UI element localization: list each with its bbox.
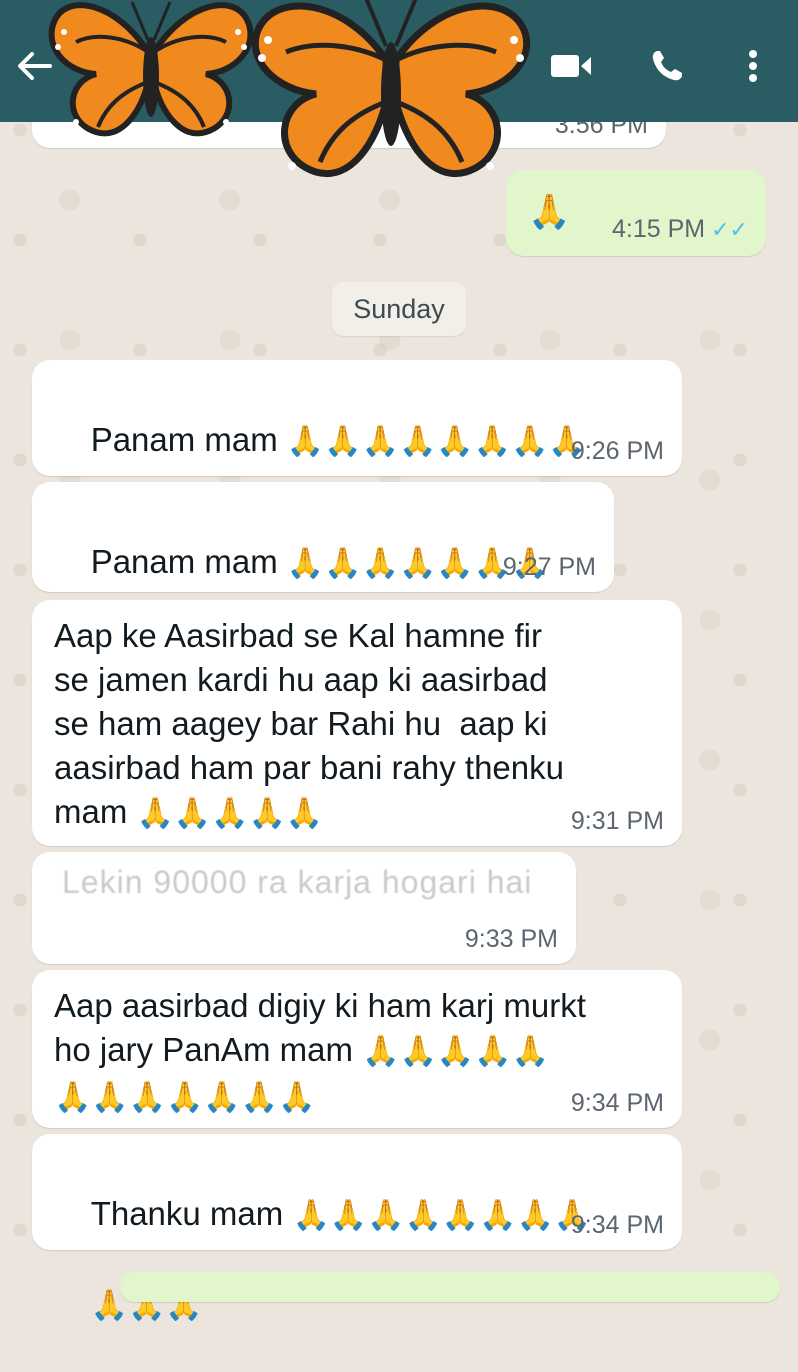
message-bubble-incoming[interactable]: Thanku mam 🙏🙏🙏🙏🙏🙏🙏🙏 🙏🙏🙏 9:34 PM <box>32 1134 682 1323</box>
message-time: 9:31 PM <box>570 807 664 835</box>
message-text: Aap ke Aasirbad se Kal hamne fir se jame… <box>54 617 564 831</box>
more-vert-icon[interactable] <box>738 46 768 86</box>
phone-icon[interactable] <box>646 46 688 86</box>
read-ticks-icon: ✓✓ <box>711 217 748 242</box>
message-bubble-incoming[interactable]: Panam mam 🙏🙏🙏🙏🙏🙏🙏 9:27 PM <box>32 482 614 592</box>
message-time: 9:27 PM <box>502 553 596 581</box>
message-bubble-incoming[interactable]: Aap aasirbad digiy ki ham karj murkt ho … <box>32 970 682 1128</box>
message-bubble-incoming[interactable]: Lekin 90000 ra karja hogari hai 9:33 PM <box>32 852 576 964</box>
message-text: 🙏 <box>528 192 571 232</box>
message-text: Lekin 90000 ra karja hogari hai <box>62 864 533 900</box>
message-time: 9:26 PM <box>570 437 664 465</box>
message-time: 9:33 PM <box>464 925 558 953</box>
message-text: Thanku mam 🙏🙏🙏🙏🙏🙏🙏🙏 🙏🙏🙏 <box>90 1195 592 1323</box>
message-time: 9:34 PM <box>570 1089 664 1117</box>
butterfly-sticker <box>251 0 531 177</box>
butterfly-sticker <box>48 1 254 137</box>
video-call-icon[interactable] <box>548 46 594 86</box>
message-time: 4:15 PM ✓✓ <box>612 215 748 243</box>
message-time: 9:34 PM <box>570 1211 664 1239</box>
message-bubble-incoming[interactable]: Aap ke Aasirbad se Kal hamne fir se jame… <box>32 600 682 846</box>
date-separator: Sunday <box>332 282 466 336</box>
message-bubble-outgoing[interactable] <box>120 1272 780 1302</box>
message-bubble-incoming[interactable]: Panam mam 🙏🙏🙏🙏🙏🙏🙏🙏 🙏🌹🌹❤️❤️❤️ 9:26 PM <box>32 360 682 549</box>
